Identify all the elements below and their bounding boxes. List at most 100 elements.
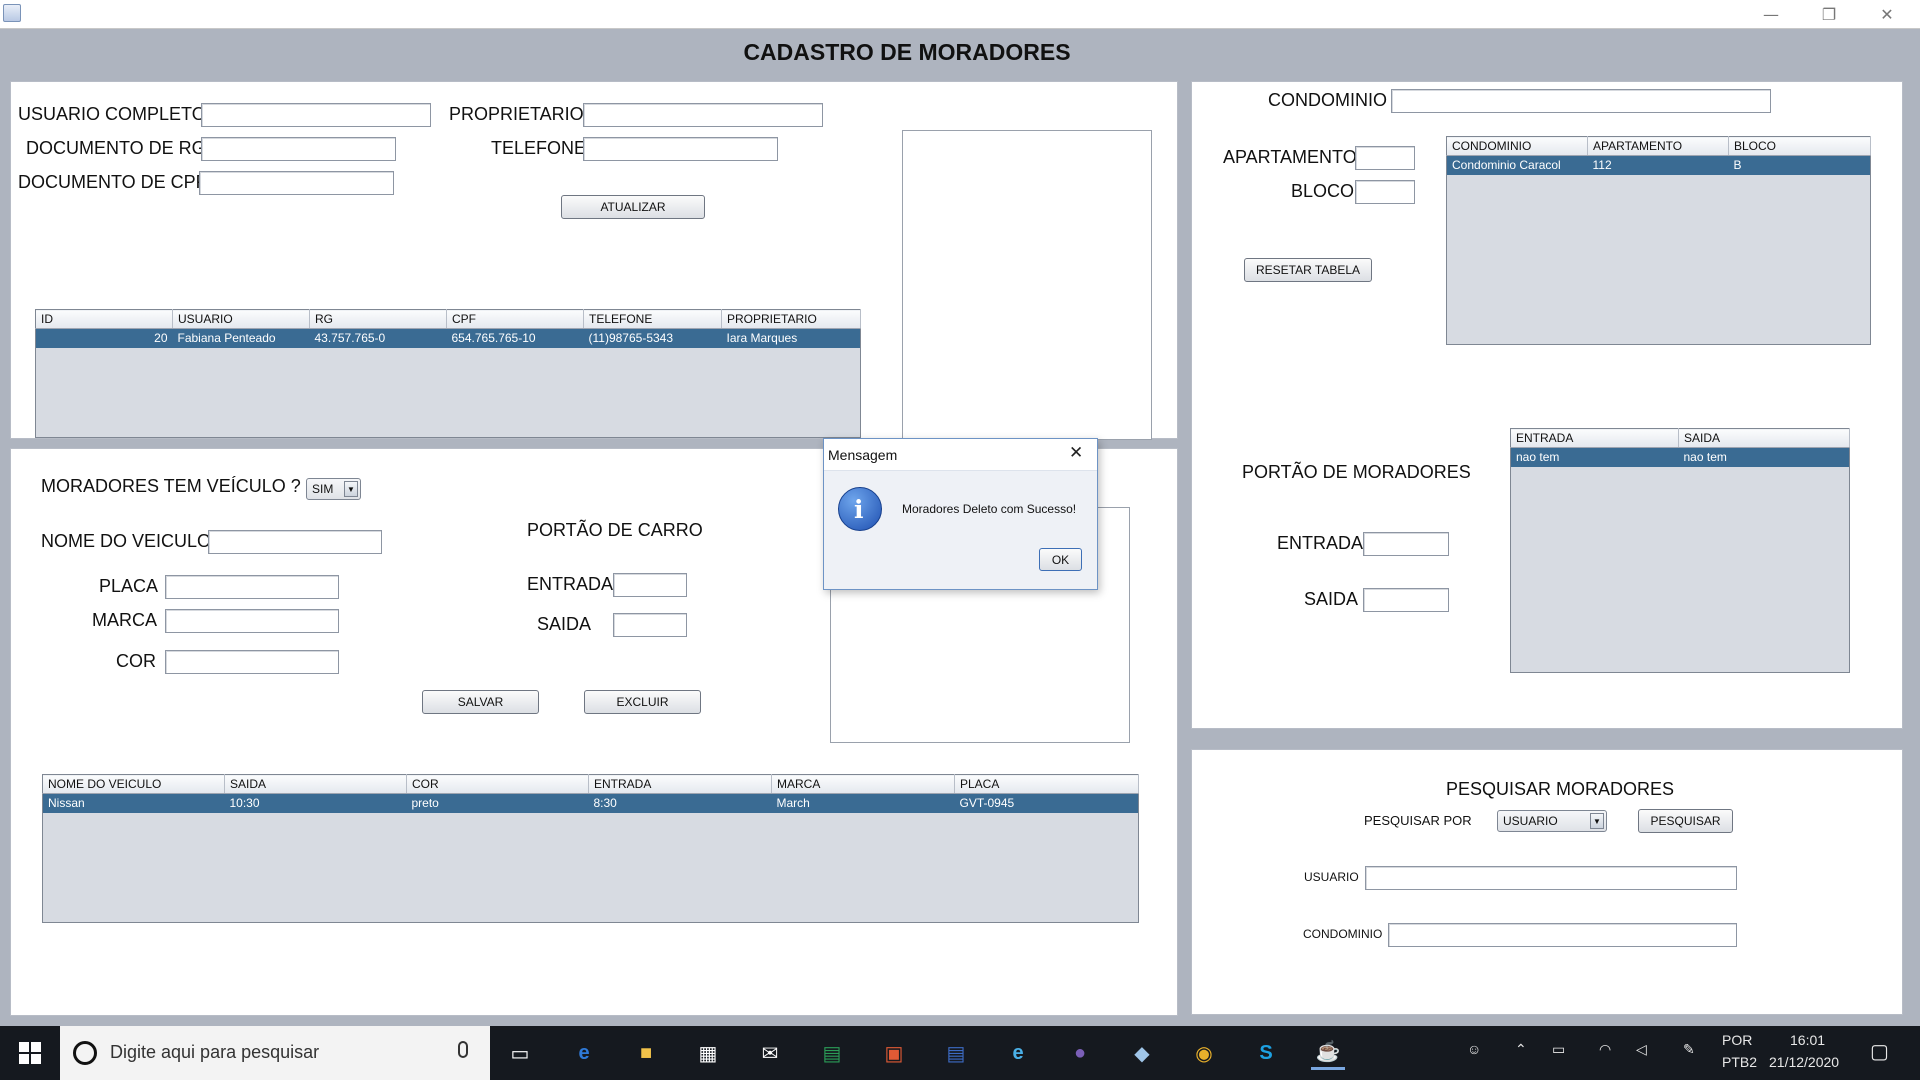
dialog-close-icon[interactable]: ✕: [1069, 443, 1083, 463]
clock-time[interactable]: 16:01: [1790, 1032, 1825, 1048]
column-header[interactable]: ENTRADA: [1510, 428, 1679, 448]
chevron-up-icon[interactable]: ⌃: [1515, 1041, 1527, 1058]
resident-gate-table[interactable]: ENTRADA SAIDA nao tem nao tem: [1510, 428, 1850, 673]
people-icon[interactable]: ☺: [1467, 1041, 1481, 1057]
taskbar-search-box[interactable]: Digite aqui para pesquisar: [60, 1026, 490, 1080]
marca-field[interactable]: [165, 609, 339, 633]
column-header[interactable]: SAIDA: [1678, 428, 1850, 448]
car-saida-field[interactable]: [613, 613, 687, 637]
edge-icon[interactable]: e: [567, 1036, 601, 1070]
store-icon[interactable]: ▦: [691, 1036, 725, 1070]
update-button[interactable]: ATUALIZAR: [561, 195, 705, 219]
virtualbox-icon[interactable]: ◆: [1125, 1036, 1159, 1070]
vehicle-table[interactable]: NOME DO VEICULO SAIDA COR ENTRADA MARCA …: [42, 774, 1139, 923]
file-explorer-icon[interactable]: ■: [629, 1036, 663, 1070]
cpf-field[interactable]: [199, 171, 394, 195]
search-condominio-field[interactable]: [1388, 923, 1737, 947]
column-header[interactable]: CONDOMINIO: [1446, 136, 1588, 156]
column-header[interactable]: ENTRADA: [588, 774, 772, 794]
table-row[interactable]: 20 Fabiana Penteado 43.757.765-0 654.765…: [35, 328, 861, 348]
column-header[interactable]: MARCA: [771, 774, 955, 794]
excel-icon[interactable]: ▤: [815, 1036, 849, 1070]
windows-start-button[interactable]: [0, 1026, 60, 1080]
rg-field[interactable]: [201, 137, 396, 161]
column-header[interactable]: USUARIO: [172, 309, 310, 329]
search-title: PESQUISAR MORADORES: [1446, 779, 1675, 799]
clock-date[interactable]: 21/12/2020: [1769, 1054, 1839, 1070]
table-cell: nao tem: [1510, 447, 1679, 467]
chrome-icon[interactable]: ◉: [1187, 1036, 1221, 1070]
notification-icon[interactable]: ▢: [1870, 1039, 1889, 1064]
close-button[interactable]: ✕: [1858, 0, 1916, 29]
resident-entrada-field[interactable]: [1363, 532, 1449, 556]
proprietario-field[interactable]: [583, 103, 823, 127]
cor-label: COR: [116, 651, 156, 671]
residents-table[interactable]: ID USUARIO RG CPF TELEFONE PROPRIETARIO …: [35, 309, 861, 438]
task-view-icon[interactable]: ▭: [503, 1036, 537, 1070]
search-usuario-field[interactable]: [1365, 866, 1737, 890]
word-icon[interactable]: ▤: [939, 1036, 973, 1070]
usuario-field[interactable]: [201, 103, 431, 127]
search-button[interactable]: PESQUISAR: [1638, 809, 1733, 833]
table-row[interactable]: Nissan 10:30 preto 8:30 March GVT-0945: [42, 793, 1139, 813]
column-header[interactable]: CPF: [446, 309, 584, 329]
has-vehicle-value: SIM: [312, 482, 334, 496]
has-vehicle-select[interactable]: SIM ▼: [306, 478, 361, 500]
internet-explorer-icon[interactable]: e: [1001, 1036, 1035, 1070]
delete-button[interactable]: EXCLUIR: [584, 690, 701, 714]
java-app-icon: [3, 4, 21, 22]
apartamento-label: APARTAMENTO: [1223, 147, 1357, 167]
condo-table[interactable]: CONDOMINIO APARTAMENTO BLOCO Condominio …: [1446, 136, 1871, 345]
keyboard-layout[interactable]: PTB2: [1722, 1054, 1757, 1070]
resident-gate-title: PORTÃO DE MORADORES: [1242, 462, 1471, 482]
column-header[interactable]: PROPRIETARIO: [721, 309, 861, 329]
resident-saida-field[interactable]: [1363, 588, 1449, 612]
cor-field[interactable]: [165, 650, 339, 674]
vehicle-name-field[interactable]: [208, 530, 382, 554]
column-header[interactable]: APARTAMENTO: [1587, 136, 1729, 156]
eclipse-icon[interactable]: ●: [1063, 1036, 1097, 1070]
skype-icon[interactable]: S: [1249, 1036, 1283, 1070]
car-entrada-field[interactable]: [613, 573, 687, 597]
telefone-label: TELEFONE: [491, 138, 587, 158]
photo-frame: [902, 130, 1152, 440]
telefone-field[interactable]: [583, 137, 778, 161]
dialog-title: Mensagem: [828, 447, 898, 463]
mail-icon[interactable]: ✉: [753, 1036, 787, 1070]
save-button[interactable]: SALVAR: [422, 690, 539, 714]
column-header[interactable]: TELEFONE: [583, 309, 722, 329]
pen-icon[interactable]: ✎: [1683, 1041, 1695, 1058]
chevron-down-icon: ▼: [1590, 813, 1604, 829]
column-header[interactable]: PLACA: [954, 774, 1139, 794]
column-header[interactable]: SAIDA: [224, 774, 407, 794]
column-header[interactable]: NOME DO VEICULO: [42, 774, 225, 794]
vehicle-name-label: NOME DO VEICULO: [41, 531, 212, 551]
page-title: CADASTRO DE MORADORES: [743, 39, 1071, 65]
table-row[interactable]: nao tem nao tem: [1510, 447, 1850, 467]
powerpoint-icon[interactable]: ▣: [877, 1036, 911, 1070]
car-saida-label: SAIDA: [537, 614, 592, 634]
table-row[interactable]: Condominio Caracol 112 B: [1446, 155, 1871, 175]
java-icon[interactable]: ☕: [1311, 1036, 1345, 1070]
column-header[interactable]: BLOCO: [1728, 136, 1871, 156]
column-header[interactable]: ID: [35, 309, 173, 329]
bloco-field[interactable]: [1355, 180, 1415, 204]
search-by-select[interactable]: USUARIO ▼: [1497, 810, 1607, 832]
marca-label: MARCA: [92, 610, 158, 630]
reset-table-button[interactable]: RESETAR TABELA: [1244, 258, 1372, 282]
volume-icon[interactable]: ◁: [1636, 1041, 1647, 1058]
condo-panel: CONDOMINIO APARTAMENTO BLOCO RESETAR TAB…: [1191, 81, 1903, 729]
restore-button[interactable]: ❐: [1800, 0, 1858, 29]
apartamento-field[interactable]: [1355, 146, 1415, 170]
placa-field[interactable]: [165, 575, 339, 599]
language-indicator[interactable]: POR: [1722, 1032, 1752, 1048]
microphone-icon[interactable]: [458, 1041, 468, 1058]
search-panel: PESQUISAR MORADORES PESQUISAR POR USUARI…: [1191, 749, 1903, 1015]
wifi-icon[interactable]: ◠: [1599, 1041, 1611, 1058]
battery-icon[interactable]: ▭: [1552, 1041, 1565, 1058]
column-header[interactable]: COR: [406, 774, 589, 794]
column-header[interactable]: RG: [309, 309, 447, 329]
minimize-button[interactable]: —: [1742, 0, 1800, 29]
condominio-field[interactable]: [1391, 89, 1771, 113]
ok-button[interactable]: OK: [1039, 548, 1082, 571]
